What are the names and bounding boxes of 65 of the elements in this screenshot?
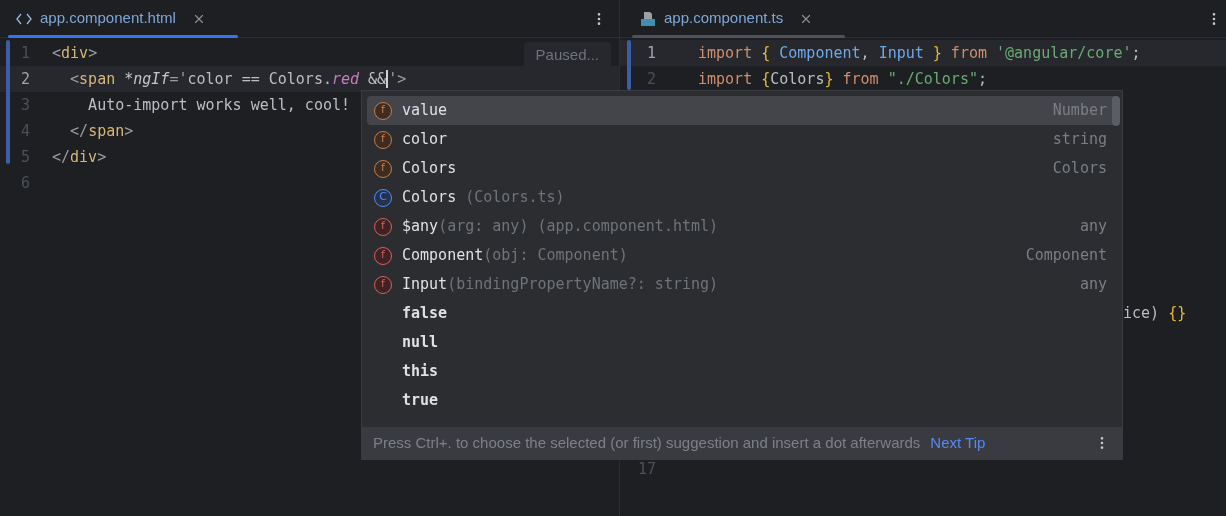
code-token: from	[841, 68, 880, 90]
code-token: ;	[977, 68, 987, 90]
tip-text: Press Ctrl+. to choose the selected (or first) suggestion and insert a dot afterwards	[373, 432, 921, 453]
line-number: 1	[645, 42, 656, 64]
code-token: {	[761, 42, 772, 64]
tab-label: app.component.ts	[664, 8, 784, 29]
function-icon: f	[374, 217, 392, 236]
editor-tab[interactable]: app.component.html	[8, 0, 238, 38]
code-token: color == Colors.	[187, 68, 332, 90]
code-token: >	[88, 42, 98, 64]
code-token: ,	[860, 42, 871, 64]
code-token: red	[331, 68, 360, 90]
code-token: Auto-import works well, cool!	[87, 94, 350, 116]
suggestion-item[interactable]: false	[367, 299, 1117, 328]
code-token: {	[761, 68, 771, 90]
property-icon: f	[374, 159, 392, 178]
code-token: Input	[878, 42, 924, 64]
code-token: import	[698, 68, 754, 90]
code-token: {}	[1168, 302, 1187, 324]
code-token: import	[698, 42, 754, 64]
code-token: Colors	[770, 68, 825, 90]
code-token: Component	[779, 42, 861, 64]
code-token: '@angular/core'	[996, 42, 1132, 64]
code-token: &&	[367, 68, 387, 90]
code-token: '>	[388, 68, 407, 90]
code-token: span	[88, 120, 125, 142]
suggestion-item[interactable]: null	[367, 328, 1117, 357]
code-token: <	[69, 68, 80, 90]
code-token: ='	[169, 68, 188, 90]
code-token: </	[69, 120, 89, 142]
function-icon: f	[374, 246, 392, 265]
code-token: "./Colors"	[887, 68, 978, 90]
function-icon: f	[374, 275, 392, 294]
suggestion-item[interactable]: f color string	[367, 125, 1117, 154]
suggestion-item[interactable]: f Colors Colors	[367, 154, 1117, 183]
property-icon: f	[374, 130, 392, 149]
suggestion-item[interactable]: f Component(obj: Component) Component	[367, 241, 1117, 270]
code-token: <	[52, 42, 62, 64]
status-tooltip: Paused...	[523, 42, 611, 69]
code-token: </	[52, 146, 71, 168]
code-token: from	[949, 42, 988, 64]
code-token: ;	[1131, 42, 1141, 64]
code-token: >	[124, 120, 134, 142]
property-icon: f	[374, 101, 392, 120]
scrollbar-thumb[interactable]	[1112, 96, 1120, 126]
editor-tab[interactable]: app.component.ts	[632, 0, 846, 38]
suggestion-item[interactable]: f Input(bindingPropertyName?: string) any	[367, 270, 1117, 299]
code-token: }	[824, 68, 834, 90]
code-token: >	[97, 146, 107, 168]
suggestion-item[interactable]: this	[367, 357, 1117, 386]
typescript-file-icon	[640, 10, 656, 27]
code-token: div	[61, 42, 89, 64]
suggestion-item[interactable]: true	[367, 386, 1117, 415]
code-token: ice)	[1123, 302, 1161, 324]
code-token: *ngIf	[124, 68, 170, 90]
code-token: }	[931, 42, 942, 64]
line-number: 2	[19, 68, 31, 90]
text-caret	[386, 70, 389, 88]
class-icon: C	[374, 188, 392, 207]
suggestion-item[interactable]: C Colors (Colors.ts)	[367, 183, 1117, 212]
tab-label: app.component.html	[40, 8, 176, 29]
code-icon	[16, 12, 32, 25]
code-token: span	[79, 68, 117, 90]
code-token: div	[70, 146, 98, 168]
suggestion-item[interactable]: f $any(arg: any) (app.component.html) any	[367, 212, 1117, 241]
